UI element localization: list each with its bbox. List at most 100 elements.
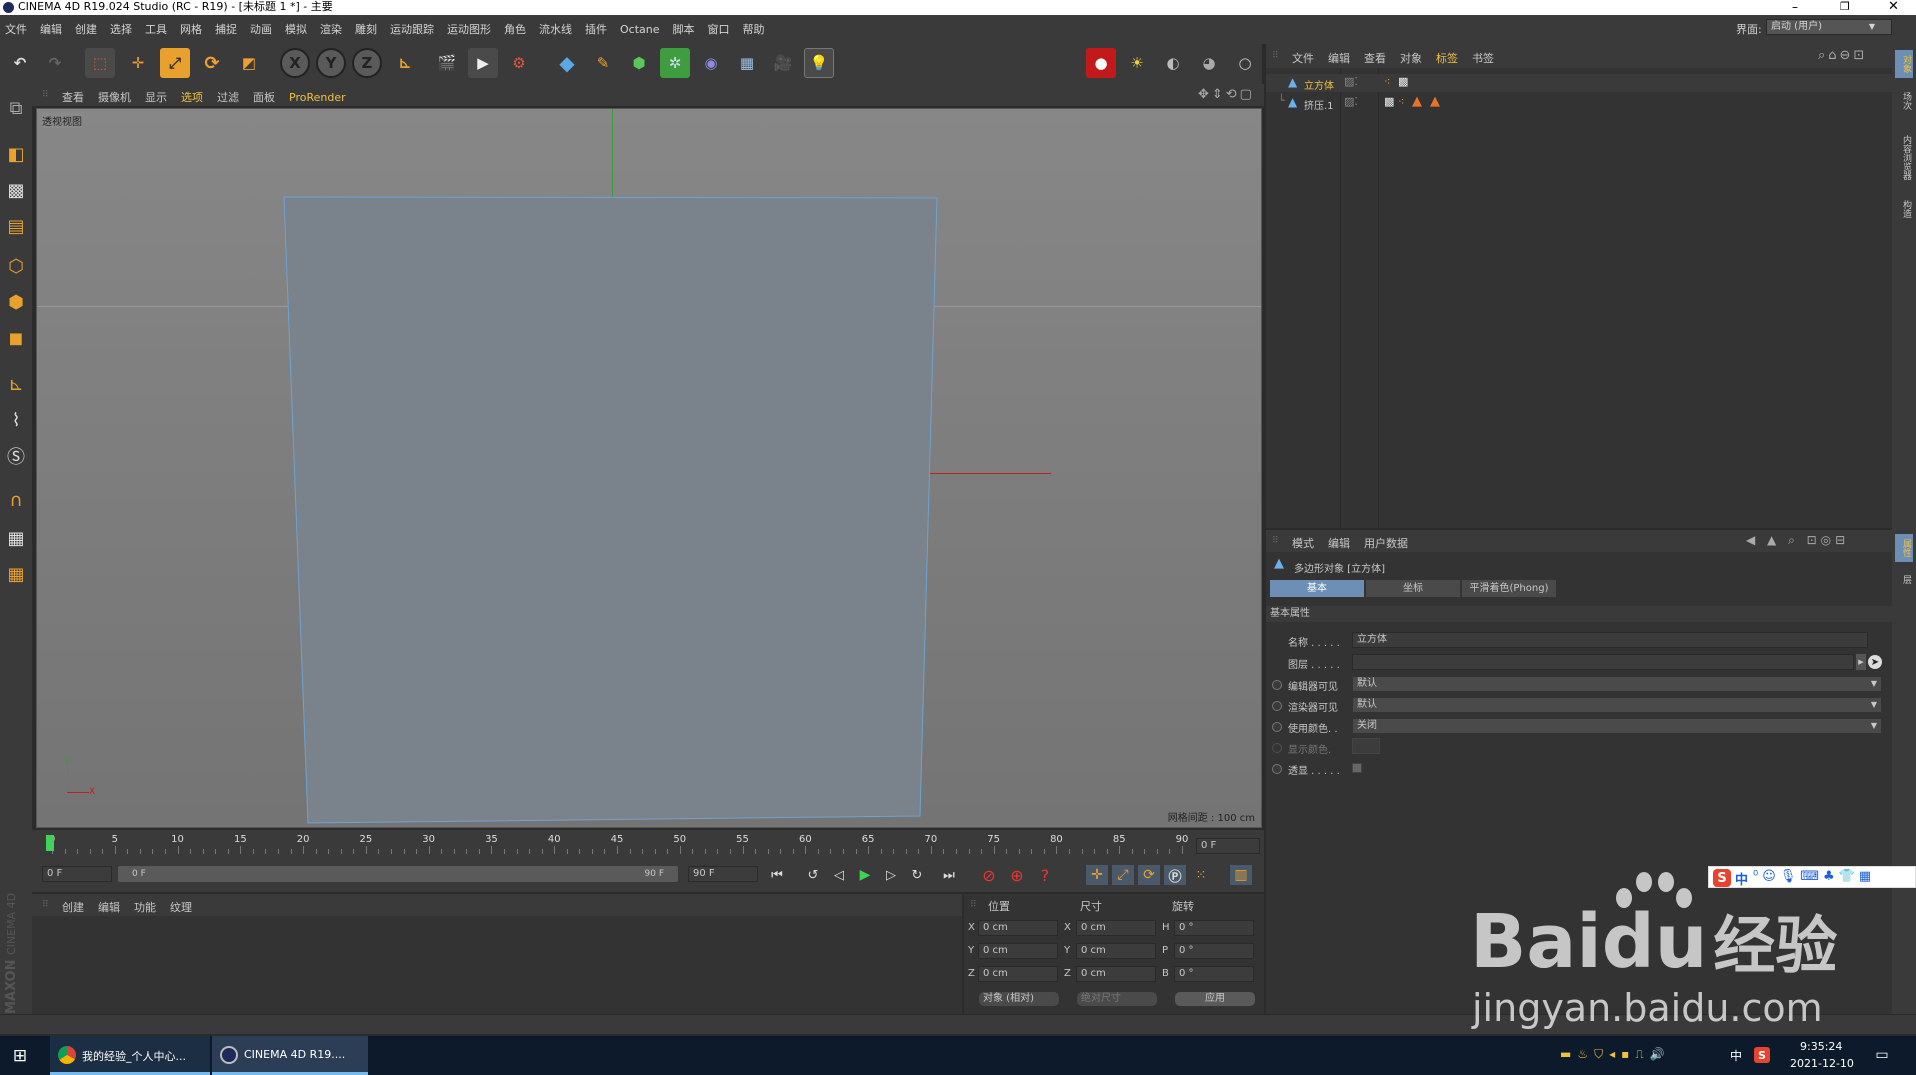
om-menu-objects[interactable]: 对象 [1400,52,1422,65]
viewport-menu-cameras[interactable]: 摄像机 [98,91,131,104]
size-x-field[interactable]: 0 cm [1076,920,1156,936]
tab-attributes-vertical[interactable]: 属性 [1895,534,1913,562]
subdivision-button[interactable]: ⬢ [624,48,654,78]
live-select-button[interactable]: ⬚ [85,48,115,78]
system-tray-icons[interactable]: ▬♨⛉◂▪⎍🔊 [1560,1047,1671,1062]
viewport-menu-prorender[interactable]: ProRender [289,91,346,104]
render-settings-button[interactable]: ⚙ [504,48,534,78]
name-field[interactable]: 立方体 [1352,632,1868,648]
menu-create[interactable]: 创建 [75,23,97,36]
tray-ime-indicator[interactable]: 中 [1730,1047,1742,1064]
texture-tag-icon[interactable]: ▩ [1384,95,1394,108]
menu-character[interactable]: 角色 [504,23,526,36]
model-mode-icon[interactable]: ◧ [2,140,30,168]
viewport-menu-display[interactable]: 显示 [145,91,167,104]
cube-object-button[interactable]: ◆ [552,48,582,78]
deformer-button[interactable]: ◉ [696,48,726,78]
visibility-toggle-icon[interactable]: ▨⁚ [1344,95,1358,108]
grid-snap-icon[interactable]: ▦ [2,560,30,588]
current-frame-field[interactable]: 0 F [1196,838,1260,854]
keyframe-selection-icon[interactable]: ? [1034,865,1056,885]
xray-checkbox[interactable] [1352,763,1362,773]
maximize-button[interactable]: ❐ [1840,0,1850,13]
selection-tag-icon[interactable]: ▲ [1430,94,1440,109]
layer-field[interactable] [1352,654,1854,670]
auto-key-icon[interactable]: ⊕ [1006,865,1028,885]
menu-pipeline[interactable]: 流水线 [539,23,572,36]
octane-material-button[interactable]: ◐ [1158,48,1188,78]
menu-octane[interactable]: Octane [620,23,660,36]
attr-menu-edit[interactable]: 编辑 [1328,537,1350,550]
points-mode-icon[interactable]: ⬡ [2,252,30,280]
om-menu-view[interactable]: 查看 [1364,52,1386,65]
menu-simulate[interactable]: 模拟 [285,23,307,36]
previous-frame-icon[interactable]: ◁ [828,865,850,885]
render-visible-anim-radio[interactable] [1272,701,1282,711]
size-mode-select[interactable]: 绝对尺寸 [1076,991,1158,1007]
menu-sculpt[interactable]: 雕刻 [355,23,377,36]
next-key-icon[interactable]: ↻ [906,865,928,885]
taskbar-item-chrome[interactable]: 我的经验_个人中心... [50,1036,210,1075]
tab-content-browser-vertical[interactable]: 内容浏览器 [1895,122,1913,192]
close-button[interactable]: ✕ [1888,0,1899,14]
clock-time[interactable]: 9:35:24 [1800,1040,1842,1053]
layer-arrow-icon[interactable]: ▶ [1856,654,1866,670]
edges-mode-icon[interactable]: ⬢ [2,288,30,316]
tab-layers-vertical[interactable]: 层 [1895,566,1913,592]
notification-center-icon[interactable]: ▭ [1872,1046,1892,1064]
clock-date[interactable]: 2021-12-10 [1790,1057,1854,1070]
rotation-b-field[interactable]: 0 ° [1174,966,1254,982]
windows-start-icon[interactable]: ⊞ [8,1044,32,1068]
sogou-tray-icon[interactable]: S [1754,1047,1770,1063]
octane-render-button[interactable]: ● [1086,48,1116,78]
editor-visible-anim-radio[interactable] [1272,680,1282,690]
size-z-field[interactable]: 0 cm [1076,966,1156,982]
octane-environment-button[interactable]: ○ [1230,48,1260,78]
menu-motion-tracker[interactable]: 运动跟踪 [390,23,434,36]
minimize-button[interactable]: – [1792,0,1798,14]
menu-select[interactable]: 选择 [110,23,132,36]
menu-window[interactable]: 窗口 [708,23,730,36]
key-parameter-icon[interactable]: Ⓟ [1164,865,1186,885]
axis-mode-icon[interactable]: ⊾ [2,370,30,398]
play-icon[interactable]: ▶ [854,865,876,885]
layout-select[interactable]: 启动 (用户) ▼ [1766,19,1892,35]
next-frame-icon[interactable]: ▷ [880,865,902,885]
octane-sphere-button[interactable]: ◕ [1194,48,1224,78]
render-picture-viewer-button[interactable]: ▶ [468,48,498,78]
tab-coordinates[interactable]: 坐标 [1366,580,1460,597]
om-menu-edit[interactable]: 编辑 [1328,52,1350,65]
tweak-mode-icon[interactable]: ⌇ [2,406,30,434]
range-slider[interactable]: 0 F 90 F [118,866,678,882]
z-axis-lock-button[interactable]: Z [352,48,382,78]
start-frame-field[interactable]: 0 F [42,866,112,882]
redo-button[interactable]: ↷ [40,48,70,78]
make-editable-button[interactable]: ⧉ [2,94,30,122]
render-visible-select[interactable]: 默认 ▼ [1352,697,1882,713]
key-pla-icon[interactable]: ⁙ [1190,865,1212,885]
om-menu-file[interactable]: 文件 [1292,52,1314,65]
floor-button[interactable]: ▦ [732,48,762,78]
position-y-field[interactable]: 0 cm [978,943,1058,959]
attr-menu-mode[interactable]: 模式 [1292,537,1314,550]
octane-sun-button[interactable]: ☀ [1122,48,1152,78]
go-to-end-icon[interactable]: ⏭ [938,865,960,885]
layer-pick-icon[interactable]: ➤ [1868,655,1882,669]
om-toolbar-icons[interactable]: ⌕⌂⊖⊡ [1818,48,1867,63]
use-color-anim-radio[interactable] [1272,722,1282,732]
camera-button[interactable]: 🎥 [768,48,798,78]
object-name[interactable]: 立方体 [1304,77,1334,92]
viewport-menu-view[interactable]: 查看 [62,91,84,104]
render-view-button[interactable]: 🎬 [432,48,462,78]
viewport-nav-icons[interactable]: ✥⇕⟲▢ [1198,87,1255,102]
attr-nav-icons[interactable]: ◀ ▲ ⌕ ⊡◎⊟ [1746,533,1849,548]
object-row[interactable]: └ ▲ 挤压.1 ▨⁚ ▩ ⁖ ▲ ▲ [1266,94,1892,112]
key-scale-icon[interactable]: ⤢ [1112,865,1134,885]
position-z-field[interactable]: 0 cm [978,966,1058,982]
menu-tools[interactable]: 工具 [145,23,167,36]
playhead[interactable] [46,835,54,851]
cloner-button[interactable]: ✲ [660,48,690,78]
editor-visible-select[interactable]: 默认 ▼ [1352,676,1882,692]
key-rotation-icon[interactable]: ⟳ [1138,865,1160,885]
material-menu-function[interactable]: 功能 [134,901,156,914]
